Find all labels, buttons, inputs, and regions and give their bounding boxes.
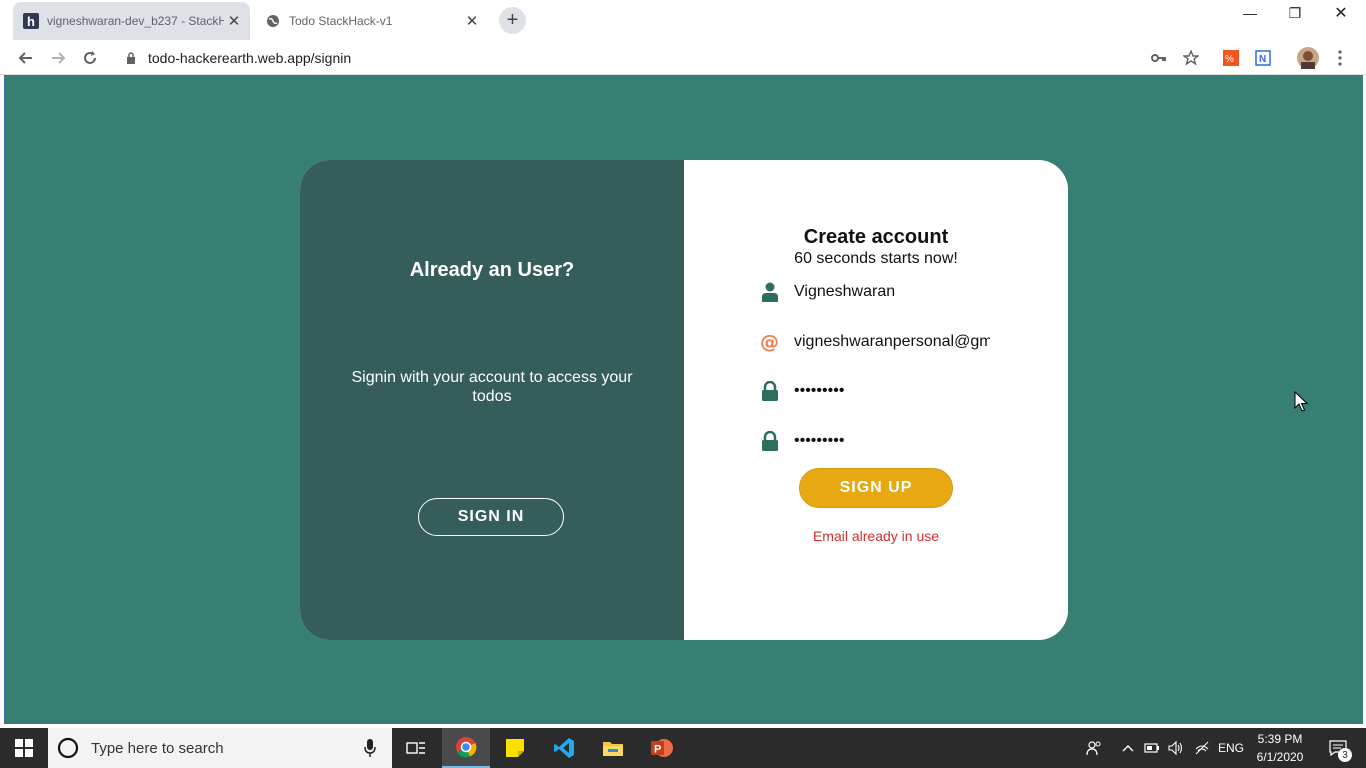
windows-taskbar: Type here to search P ENG 5:39 PM 6/1/20… — [0, 728, 1366, 768]
taskbar-search[interactable]: Type here to search — [48, 728, 392, 768]
signin-description: Signin with your account to access your … — [351, 369, 633, 405]
wifi-icon[interactable] — [1192, 728, 1212, 768]
svg-text:@: @ — [760, 332, 779, 352]
svg-text:N: N — [1259, 54, 1266, 65]
signin-heading: Already an User? — [409, 259, 575, 281]
browser-tab-strip: h vigneshwaran-dev_b237 - StackH ✕ Todo … — [0, 0, 1366, 42]
start-button[interactable] — [0, 728, 48, 768]
notification-center-icon[interactable]: 3 — [1318, 728, 1358, 768]
extension-icon[interactable]: % — [1219, 46, 1243, 70]
search-placeholder: Type here to search — [91, 739, 224, 757]
hackerearth-icon: h — [23, 13, 39, 29]
svg-text:h: h — [27, 14, 35, 29]
volume-icon[interactable] — [1166, 728, 1186, 768]
close-tab-icon[interactable]: ✕ — [462, 12, 482, 30]
cortana-icon — [57, 737, 79, 759]
lock-icon — [126, 52, 140, 64]
close-window-button[interactable]: ✕ — [1318, 0, 1364, 26]
chevron-up-icon[interactable] — [1118, 728, 1138, 768]
sign-up-button[interactable]: SIGN UP — [799, 468, 953, 508]
date-text: 6/1/2020 — [1256, 750, 1304, 764]
page-content: Already an User? Signin with your accoun… — [4, 75, 1363, 724]
bookmark-star-icon[interactable] — [1179, 46, 1203, 70]
confirm-password-field[interactable]: ••••••••• — [760, 426, 1000, 456]
sign-in-button[interactable]: SIGN IN — [418, 498, 564, 536]
person-icon — [760, 282, 780, 302]
create-account-heading: Create account — [803, 226, 949, 248]
back-button[interactable] — [14, 46, 38, 70]
new-tab-button[interactable]: + — [499, 7, 526, 34]
email-value: vigneshwaranpersonal@gm — [794, 333, 990, 350]
signup-subheading: 60 seconds starts now! — [794, 250, 958, 267]
email-field[interactable]: @ vigneshwaranpersonal@gm — [760, 327, 1000, 357]
name-value: Vigneshwaran — [794, 283, 896, 300]
password-value: ••••••••• — [794, 382, 845, 399]
battery-icon[interactable] — [1142, 728, 1162, 768]
signin-panel: Already an User? Signin with your accoun… — [300, 160, 684, 640]
vscode-icon[interactable] — [540, 728, 588, 768]
file-explorer-icon[interactable] — [589, 728, 637, 768]
url-text: todo-hackerearth.web.app/signin — [148, 50, 352, 66]
people-icon[interactable] — [1082, 728, 1106, 768]
svg-text:%: % — [1225, 54, 1234, 65]
error-message: Email already in use — [812, 528, 940, 544]
microphone-icon[interactable] — [364, 739, 376, 762]
reload-icon — [84, 51, 96, 64]
auth-card: Already an User? Signin with your accoun… — [300, 160, 1068, 640]
arrow-left-icon — [18, 52, 32, 64]
sticky-notes-icon[interactable] — [491, 728, 539, 768]
minimize-button[interactable]: — — [1227, 0, 1273, 26]
password-field[interactable]: ••••••••• — [760, 376, 1000, 406]
arrow-right-icon — [52, 52, 66, 64]
tab-title: Todo StackHack-v1 — [289, 14, 393, 28]
browser-menu-icon[interactable] — [1328, 46, 1352, 70]
at-icon: @ — [760, 332, 780, 352]
powerpoint-icon[interactable]: P — [638, 728, 686, 768]
globe-icon — [265, 13, 281, 29]
time-text: 5:39 PM — [1257, 732, 1303, 746]
close-tab-icon[interactable]: ✕ — [224, 12, 244, 30]
reload-button[interactable] — [78, 46, 102, 70]
language-indicator[interactable]: ENG — [1216, 728, 1246, 768]
browser-toolbar: todo-hackerearth.web.app/signin % N — [0, 42, 1366, 75]
windows-logo-icon — [15, 739, 33, 757]
chrome-icon[interactable] — [442, 728, 490, 768]
forward-button[interactable] — [46, 46, 70, 70]
extension-n-icon[interactable]: N — [1251, 46, 1275, 70]
notification-badge: 3 — [1338, 748, 1352, 762]
address-bar[interactable]: todo-hackerearth.web.app/signin — [110, 45, 1210, 71]
signup-panel: Create account 60 seconds starts now! Vi… — [684, 160, 1068, 640]
tab-hackerearth[interactable]: h vigneshwaran-dev_b237 - StackH ✕ — [13, 2, 250, 40]
clock[interactable]: 5:39 PM 6/1/2020 — [1248, 730, 1312, 766]
svg-text:P: P — [654, 744, 661, 756]
mouse-cursor-icon — [1294, 390, 1309, 418]
tab-title: vigneshwaran-dev_b237 - StackH — [47, 14, 224, 28]
lock-icon — [760, 381, 780, 401]
tab-todo-stackhack[interactable]: Todo StackHack-v1 ✕ — [255, 0, 488, 42]
task-view-icon[interactable] — [392, 728, 440, 768]
key-icon[interactable] — [1147, 46, 1171, 70]
restore-button[interactable]: ❐ — [1272, 0, 1318, 26]
lock-icon — [760, 431, 780, 451]
name-field[interactable]: Vigneshwaran — [760, 277, 1000, 307]
confirm-password-value: ••••••••• — [794, 432, 845, 449]
profile-avatar[interactable] — [1296, 46, 1320, 70]
